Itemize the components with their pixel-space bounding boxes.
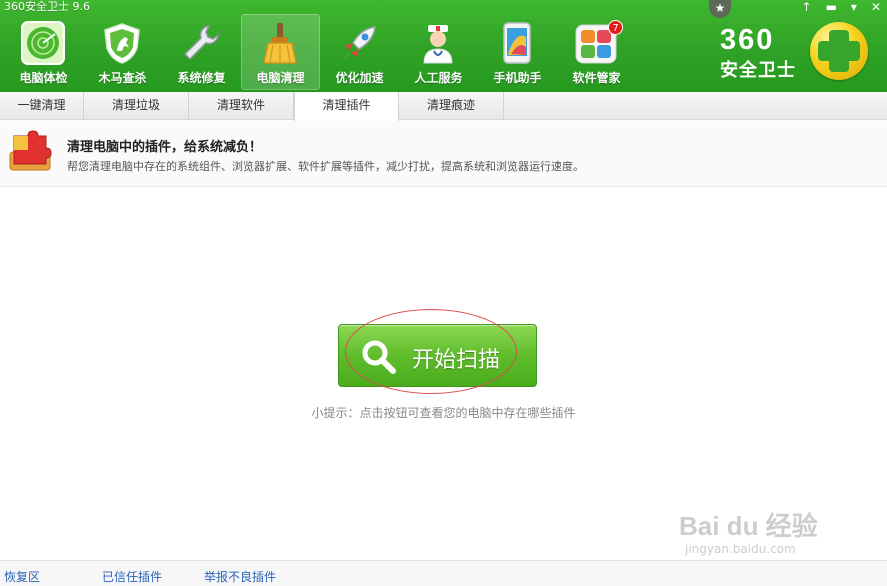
broom-icon (257, 20, 303, 66)
nav-item-software[interactable]: 7 软件管家 (557, 14, 636, 90)
phone-icon (494, 20, 540, 66)
skin-icon[interactable]: ▬ (826, 1, 837, 13)
nav-item-phone[interactable]: 手机助手 (478, 14, 557, 90)
radar-icon (20, 20, 66, 66)
nav-item-checkup[interactable]: 电脑体检 (4, 14, 83, 90)
close-icon[interactable]: ✕ (871, 1, 881, 13)
footer-bar: 恢复区 已信任插件 举报不良插件 (0, 560, 887, 586)
brand-logo: 360 安全卫士 (718, 22, 878, 88)
menu-icon[interactable]: ▾ (851, 1, 857, 13)
puzzle-icon (8, 130, 54, 176)
doctor-icon (415, 20, 461, 66)
info-title: 清理电脑中的插件，给系统减负！ (67, 140, 263, 155)
nav-label: 软件管家 (572, 71, 621, 85)
nav-item-repair[interactable]: 系统修复 (162, 14, 241, 90)
nav-label: 手机助手 (493, 71, 542, 85)
nav-label: 电脑体检 (19, 71, 68, 85)
start-scan-button[interactable]: 开始扫描 (338, 324, 537, 387)
tab-software[interactable]: 清理软件 (189, 92, 294, 120)
shield-horse-icon (99, 20, 145, 66)
watermark: Bai du 经验 jingyan.baidu.com (675, 488, 875, 558)
search-icon (361, 339, 397, 375)
tab-junk[interactable]: 清理垃圾 (84, 92, 189, 120)
upload-icon[interactable]: ↑ (802, 1, 812, 13)
nav-item-trojan[interactable]: 木马查杀 (83, 14, 162, 90)
nav-label: 木马查杀 (98, 71, 147, 85)
notification-badge: 7 (608, 20, 623, 35)
plus-logo-icon (810, 22, 868, 80)
nav-item-speedup[interactable]: 优化加速 (320, 14, 399, 90)
main-nav: 电脑体检 木马查杀 系统修复 电脑清理 优化加速 人工服务 手机助手 7 软件管… (4, 14, 636, 92)
watermark-url: jingyan.baidu.com (685, 542, 796, 556)
start-scan-label: 开始扫描 (412, 348, 501, 373)
wrench-icon (178, 20, 224, 66)
rocket-icon (336, 20, 382, 66)
info-description: 帮您清理电脑中存在的系统组件、浏览器扩展、软件扩展等插件，减少打扰，提高系统和浏… (67, 160, 584, 173)
nav-item-service[interactable]: 人工服务 (399, 14, 478, 90)
restore-link[interactable]: 恢复区 (4, 568, 40, 585)
info-banner: 清理电脑中的插件，给系统减负！ 帮您清理电脑中存在的系统组件、浏览器扩展、软件扩… (0, 121, 887, 187)
window-controls: ↑ ▬ ▾ ✕ (802, 0, 882, 14)
subtab-bar: 一键清理 清理垃圾 清理软件 清理插件 清理痕迹 (0, 92, 887, 121)
app-title: 360安全卫士 9.6 (4, 0, 90, 13)
star-icon[interactable]: ★ (709, 0, 731, 18)
brand-number: 360 (720, 24, 775, 56)
nav-label: 优化加速 (335, 71, 384, 85)
trusted-plugins-link[interactable]: 已信任插件 (102, 568, 162, 585)
tab-traces[interactable]: 清理痕迹 (399, 92, 504, 120)
nav-label: 电脑清理 (256, 71, 305, 85)
report-plugin-link[interactable]: 举报不良插件 (204, 568, 276, 585)
watermark-main: Bai du 经验 (679, 511, 818, 541)
scan-hint: 小提示：点击按钮可查看您的电脑中存在哪些插件 (311, 406, 576, 420)
brand-name: 安全卫士 (720, 60, 796, 81)
nav-label: 人工服务 (414, 71, 463, 85)
tab-plugins[interactable]: 清理插件 (294, 92, 399, 121)
header-bar: 360安全卫士 9.6 ★ ↑ ▬ ▾ ✕ 电脑体检 木马查杀 系统修复 电脑清… (0, 0, 887, 92)
tab-one-click[interactable]: 一键清理 (0, 92, 84, 120)
nav-item-cleanup[interactable]: 电脑清理 (241, 14, 320, 90)
nav-label: 系统修复 (177, 71, 226, 85)
